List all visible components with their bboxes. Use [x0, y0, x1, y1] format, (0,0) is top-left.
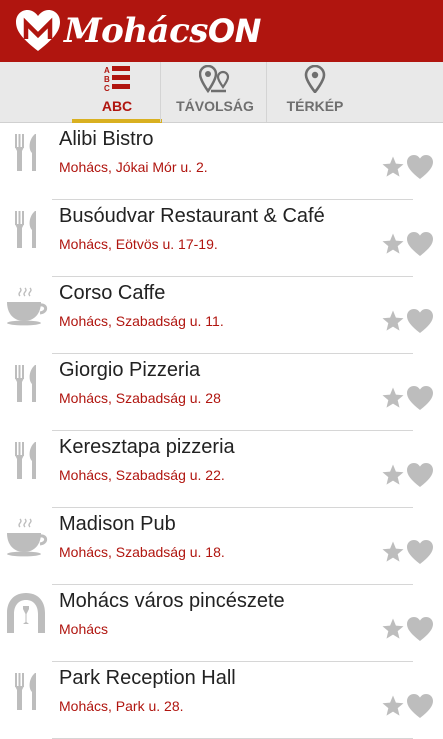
app-title-suffix: ON [207, 12, 261, 50]
tab-distance[interactable]: TÁVOLSÁG [169, 62, 261, 122]
list-item[interactable]: Keresztapa pizzeria Mohács, Szabadság u.… [0, 431, 443, 508]
heart-icon[interactable] [406, 616, 434, 642]
heart-icon[interactable] [406, 385, 434, 411]
tab-separator [266, 62, 267, 122]
venue-address: Mohács, Jókai Mór u. 2. [59, 159, 208, 175]
heart-icon[interactable] [406, 462, 434, 488]
fork-knife-icon [15, 442, 36, 479]
heart-icon[interactable] [406, 693, 434, 719]
heart-icon[interactable] [406, 308, 434, 334]
heart-logo-icon [16, 10, 60, 51]
list-item[interactable]: Corso Caffe Mohács, Szabadság u. 11. [0, 277, 443, 354]
tab-abc[interactable]: A B C ABC [72, 62, 162, 123]
tab-separator [160, 62, 161, 122]
svg-text:C: C [104, 84, 110, 93]
tab-distance-label: TÁVOLSÁG [176, 98, 254, 114]
star-icon[interactable] [381, 309, 405, 333]
heart-icon[interactable] [406, 231, 434, 257]
map-pin-icon [304, 65, 326, 93]
distance-pin-icon [199, 65, 230, 93]
star-icon[interactable] [381, 232, 405, 256]
venue-name: Keresztapa pizzeria [59, 436, 235, 458]
coffee-cup-icon [7, 287, 48, 326]
app-header: MohácsON [0, 0, 443, 62]
star-icon[interactable] [381, 540, 405, 564]
star-icon[interactable] [381, 463, 405, 487]
venue-address: Mohács, Szabadság u. 18. [59, 544, 225, 560]
app-title-main: Mohács [64, 11, 208, 51]
venue-name: Busóudvar Restaurant & Café [59, 205, 325, 227]
tab-abc-label: ABC [101, 98, 133, 114]
heart-icon[interactable] [406, 539, 434, 565]
tab-map-label: TÉRKÉP [286, 98, 344, 114]
venue-address: Mohács, Szabadság u. 11. [59, 313, 224, 329]
venue-name: Giorgio Pizzeria [59, 359, 201, 381]
coffee-cup-icon [7, 518, 48, 557]
star-icon[interactable] [381, 694, 405, 718]
tab-bar: A B C ABC TÁVOLSÁG TÉRKÉP [0, 62, 443, 123]
app-logo: MohácsON [14, 6, 261, 56]
fork-knife-icon [15, 365, 36, 402]
star-icon[interactable] [381, 155, 405, 179]
venue-name: Alibi Bistro [59, 128, 154, 150]
list-item[interactable]: Alibi Bistro Mohács, Jókai Mór u. 2. [0, 123, 443, 200]
venue-address: Mohács, Szabadság u. 28 [59, 390, 221, 406]
venue-address: Mohács, Szabadság u. 22. [59, 467, 225, 483]
venue-name: Mohács város pincészete [59, 590, 285, 612]
list-item[interactable]: Park Reception Hall Mohács, Park u. 28. [0, 662, 443, 739]
list-item[interactable]: Mohács város pincészete Mohács [0, 585, 443, 662]
fork-knife-icon [15, 134, 36, 171]
list-item[interactable]: Busóudvar Restaurant & Café Mohács, Eötv… [0, 200, 443, 277]
tab-map[interactable]: TÉRKÉP [270, 62, 360, 122]
abc-list-icon: A B C [104, 66, 130, 93]
list-item[interactable]: Giorgio Pizzeria Mohács, Szabadság u. 28 [0, 354, 443, 431]
venue-name: Corso Caffe [59, 282, 166, 304]
svg-text:B: B [104, 75, 110, 84]
venue-address: Mohács [59, 621, 109, 637]
wine-cellar-icon [7, 593, 45, 633]
heart-icon[interactable] [406, 154, 434, 180]
venue-address: Mohács, Eötvös u. 17-19. [59, 236, 218, 252]
fork-knife-icon [15, 673, 36, 710]
venue-name: Madison Pub [59, 513, 176, 535]
venue-address: Mohács, Park u. 28. [59, 698, 184, 714]
star-icon[interactable] [381, 386, 405, 410]
svg-text:A: A [104, 66, 110, 75]
star-icon[interactable] [381, 617, 405, 641]
fork-knife-icon [15, 211, 36, 248]
venue-name: Park Reception Hall [59, 667, 236, 689]
app-title: MohácsON [64, 11, 261, 51]
list-item[interactable]: Madison Pub Mohács, Szabadság u. 18. [0, 508, 443, 585]
